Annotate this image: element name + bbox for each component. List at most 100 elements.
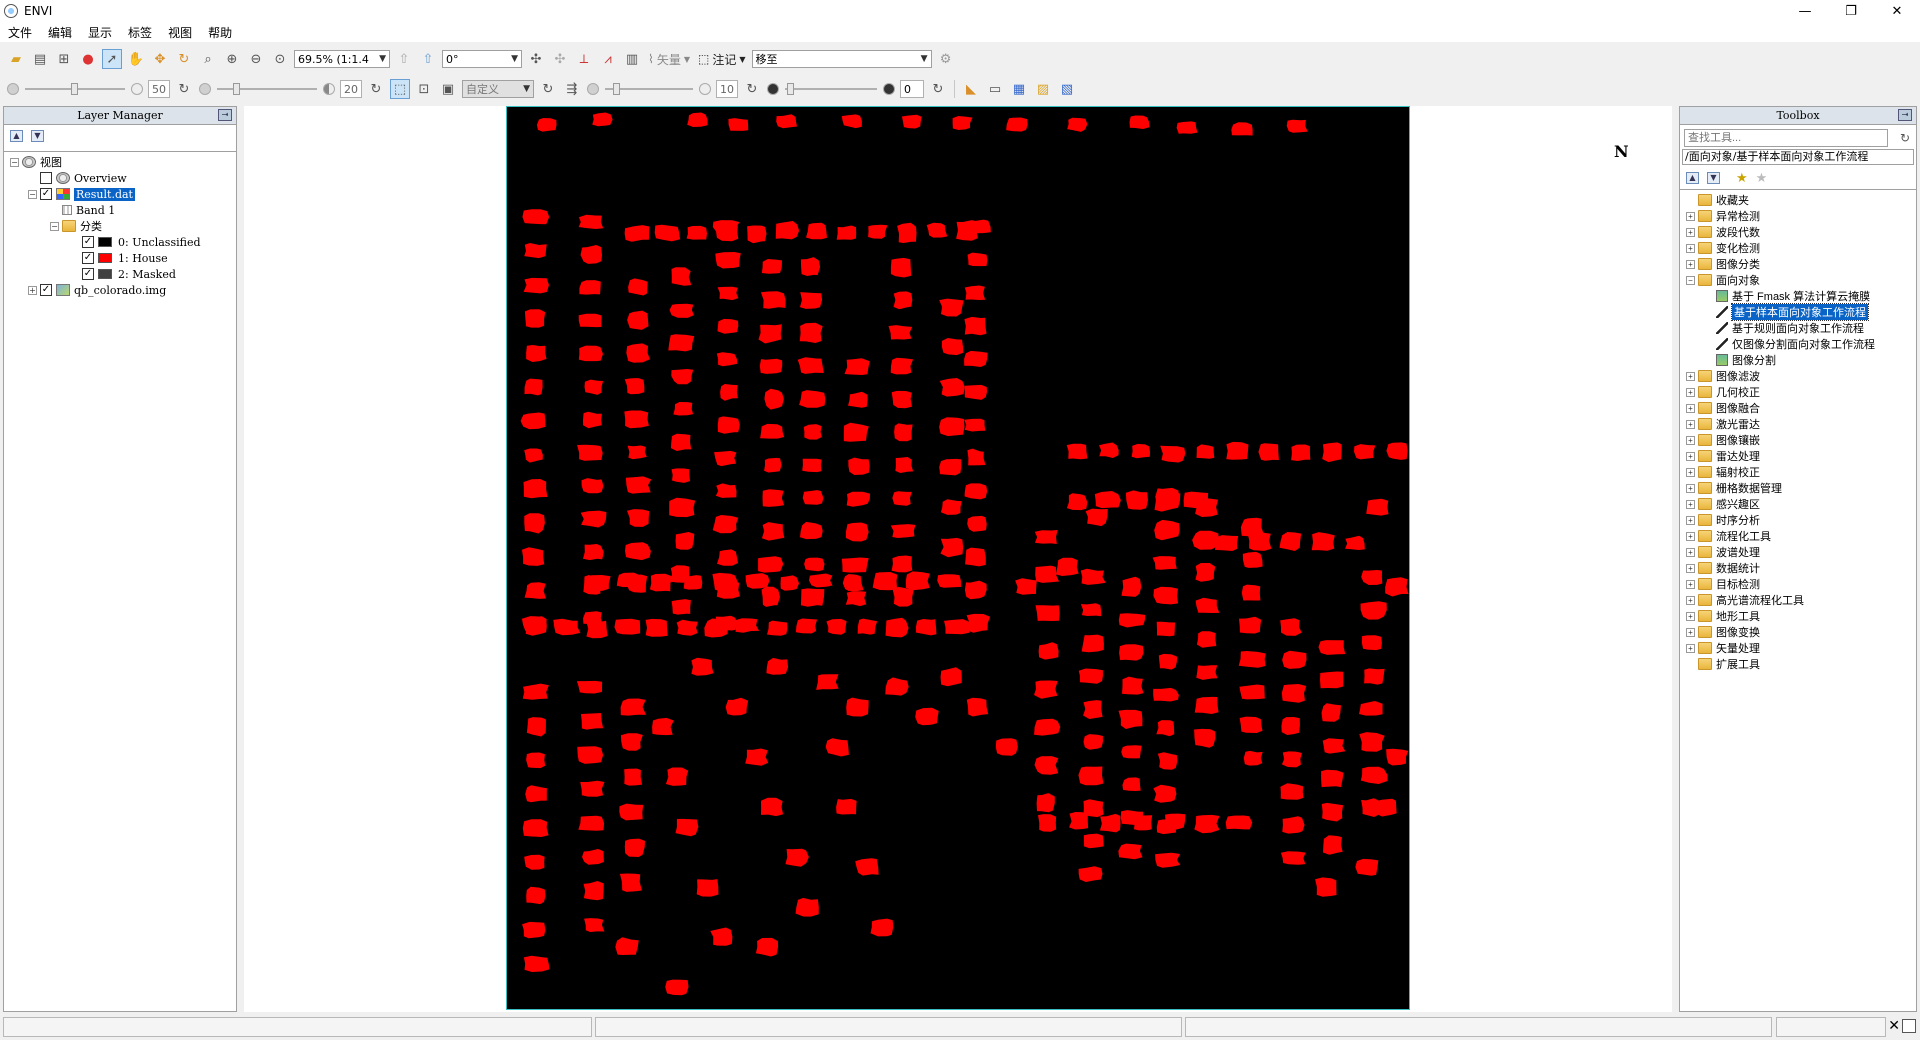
- sharpen-slider[interactable]: [605, 80, 693, 98]
- zoom-out-icon[interactable]: ⊖: [246, 49, 266, 69]
- tree-row-overview[interactable]: Overview: [10, 170, 236, 186]
- expand-icon[interactable]: +: [1686, 547, 1695, 557]
- expand-icon[interactable]: +: [1686, 387, 1695, 397]
- view-swipe-icon[interactable]: ▨: [1033, 79, 1053, 99]
- expand-icon[interactable]: +: [1686, 643, 1695, 653]
- rotate-right-icon[interactable]: ⇧: [418, 49, 438, 69]
- zoom-combo[interactable]: 69.5% (1:1.4 ▼: [294, 50, 390, 68]
- toolbox-folder[interactable]: + 图像分类: [1686, 256, 1916, 272]
- zoom-in-icon[interactable]: ⊕: [222, 49, 242, 69]
- zoom-fit-icon[interactable]: ⊙: [270, 49, 290, 69]
- expand-icon[interactable]: +: [1686, 419, 1695, 429]
- annotation-button[interactable]: ⬚ 注记 ▼: [698, 51, 746, 68]
- expand-icon[interactable]: +: [1686, 259, 1695, 269]
- reset-icon[interactable]: ↻: [174, 79, 194, 99]
- move-down-icon[interactable]: ▼: [31, 130, 44, 142]
- fly-icon[interactable]: ✥: [150, 49, 170, 69]
- expand-icon[interactable]: +: [1686, 499, 1695, 509]
- gear-icon[interactable]: ⚙: [936, 49, 956, 69]
- rotation-combo[interactable]: 0° ▼: [442, 50, 522, 68]
- portal-icon[interactable]: ◣: [961, 79, 981, 99]
- cursor-location-icon[interactable]: ●: [78, 49, 98, 69]
- toolbox-folder[interactable]: + 图像融合: [1686, 400, 1916, 416]
- expand-icon[interactable]: +: [1686, 403, 1695, 413]
- chip-view-icon[interactable]: ⊞: [54, 49, 74, 69]
- measure-icon[interactable]: ⟂: [574, 49, 594, 69]
- sharpen-value[interactable]: 10: [716, 80, 738, 98]
- expand-icon[interactable]: +: [1686, 627, 1695, 637]
- toolbox-folder[interactable]: + 图像变换: [1686, 624, 1916, 640]
- minimize-button[interactable]: —: [1782, 0, 1828, 22]
- contrast-value[interactable]: 20: [340, 80, 362, 98]
- reset-icon[interactable]: ↻: [538, 79, 558, 99]
- expand-icon[interactable]: +: [1686, 243, 1695, 253]
- slider-thumb[interactable]: [613, 83, 620, 95]
- expand-icon[interactable]: +: [1686, 563, 1695, 573]
- select-arrow-icon[interactable]: ➚: [102, 49, 122, 69]
- toolbox-folder-open[interactable]: − 面向对象: [1686, 272, 1916, 288]
- transparency-slider[interactable]: [785, 80, 877, 98]
- rotate-left-icon[interactable]: ⇧: [394, 49, 414, 69]
- expand-icon[interactable]: +: [1686, 227, 1695, 237]
- view-blend-icon[interactable]: ▭: [985, 79, 1005, 99]
- expand-icon[interactable]: +: [1686, 515, 1695, 525]
- tree-row-result[interactable]: − ✓ Result.dat: [10, 186, 236, 202]
- expand-icon[interactable]: +: [1686, 595, 1695, 605]
- menu-view[interactable]: 视图: [160, 24, 200, 41]
- toolbox-tool[interactable]: 基于样本面向对象工作流程: [1686, 303, 1916, 321]
- brightness-value[interactable]: 50: [148, 80, 170, 98]
- checkbox[interactable]: ✓: [82, 268, 94, 280]
- toolbox-folder[interactable]: + 波谱处理: [1686, 544, 1916, 560]
- toolbox-folder[interactable]: + 激光雷达: [1686, 416, 1916, 432]
- tree-row-view[interactable]: − 视图: [10, 154, 236, 170]
- toolbox-search-input[interactable]: [1684, 129, 1888, 147]
- checkbox[interactable]: ✓: [40, 284, 52, 296]
- move-down-icon[interactable]: ▼: [1707, 172, 1720, 184]
- zoom-icon[interactable]: ⌕: [198, 49, 218, 69]
- image-view[interactable]: N: [244, 106, 1672, 1012]
- data-manager-icon[interactable]: ▤: [30, 49, 50, 69]
- move-up-icon[interactable]: ▲: [10, 130, 23, 142]
- reset-icon[interactable]: ↻: [366, 79, 386, 99]
- toolbox-folder[interactable]: + 图像镶嵌: [1686, 432, 1916, 448]
- toolbox-folder[interactable]: + 时序分析: [1686, 512, 1916, 528]
- pin-icon[interactable]: ⇥: [218, 109, 232, 121]
- refresh-icon[interactable]: ↻: [1900, 131, 1910, 145]
- expand-icon[interactable]: +: [1686, 579, 1695, 589]
- expand-icon[interactable]: +: [1686, 531, 1695, 541]
- toolbox-folder[interactable]: 收藏夹: [1686, 192, 1916, 208]
- stretch-type-icon[interactable]: ▣: [438, 79, 458, 99]
- toolbox-folder[interactable]: + 变化检测: [1686, 240, 1916, 256]
- collapse-icon[interactable]: −: [10, 157, 19, 167]
- checkbox[interactable]: [40, 172, 52, 184]
- view-link-icon[interactable]: ▧: [1057, 79, 1077, 99]
- stretch-extent-icon[interactable]: ⬚: [390, 79, 410, 99]
- reset-icon[interactable]: ↻: [742, 79, 762, 99]
- toolbox-tool[interactable]: 基于 Fmask 算法计算云掩膜: [1686, 288, 1916, 304]
- menu-label[interactable]: 标签: [120, 24, 160, 41]
- expand-icon[interactable]: +: [1686, 211, 1695, 221]
- collapse-icon[interactable]: −: [1686, 275, 1695, 285]
- tree-row-class-1[interactable]: ✓ 1: House: [10, 250, 236, 266]
- expand-icon[interactable]: +: [1686, 483, 1695, 493]
- vector-button[interactable]: ⌇ 矢量 ▼: [648, 51, 690, 68]
- toolbox-folder[interactable]: + 目标检测: [1686, 576, 1916, 592]
- tree-row-band[interactable]: Band 1: [10, 202, 236, 218]
- toolbox-tool[interactable]: 仅图像分割面向对象工作流程: [1686, 336, 1916, 352]
- expand-icon[interactable]: +: [1686, 371, 1695, 381]
- toolbox-tool[interactable]: 基于规则面向对象工作流程: [1686, 320, 1916, 336]
- toolbox-folder[interactable]: + 几何校正: [1686, 384, 1916, 400]
- cancel-process-icon[interactable]: ✕: [1888, 1018, 1900, 1034]
- toolbox-folder[interactable]: + 数据统计: [1686, 560, 1916, 576]
- tree-row-class-2[interactable]: ✓ 2: Masked: [10, 266, 236, 282]
- toolbox-folder[interactable]: + 图像滤波: [1686, 368, 1916, 384]
- menu-edit[interactable]: 编辑: [40, 24, 80, 41]
- expand-icon[interactable]: +: [1686, 611, 1695, 621]
- slider-thumb[interactable]: [71, 83, 78, 95]
- toolbox-folder[interactable]: + 雷达处理: [1686, 448, 1916, 464]
- slider-thumb[interactable]: [233, 83, 240, 95]
- tree-row-classes[interactable]: − 分类: [10, 218, 236, 234]
- open-folder-icon[interactable]: ▰: [6, 49, 26, 69]
- expand-icon[interactable]: +: [1686, 467, 1695, 477]
- menu-file[interactable]: 文件: [0, 24, 40, 41]
